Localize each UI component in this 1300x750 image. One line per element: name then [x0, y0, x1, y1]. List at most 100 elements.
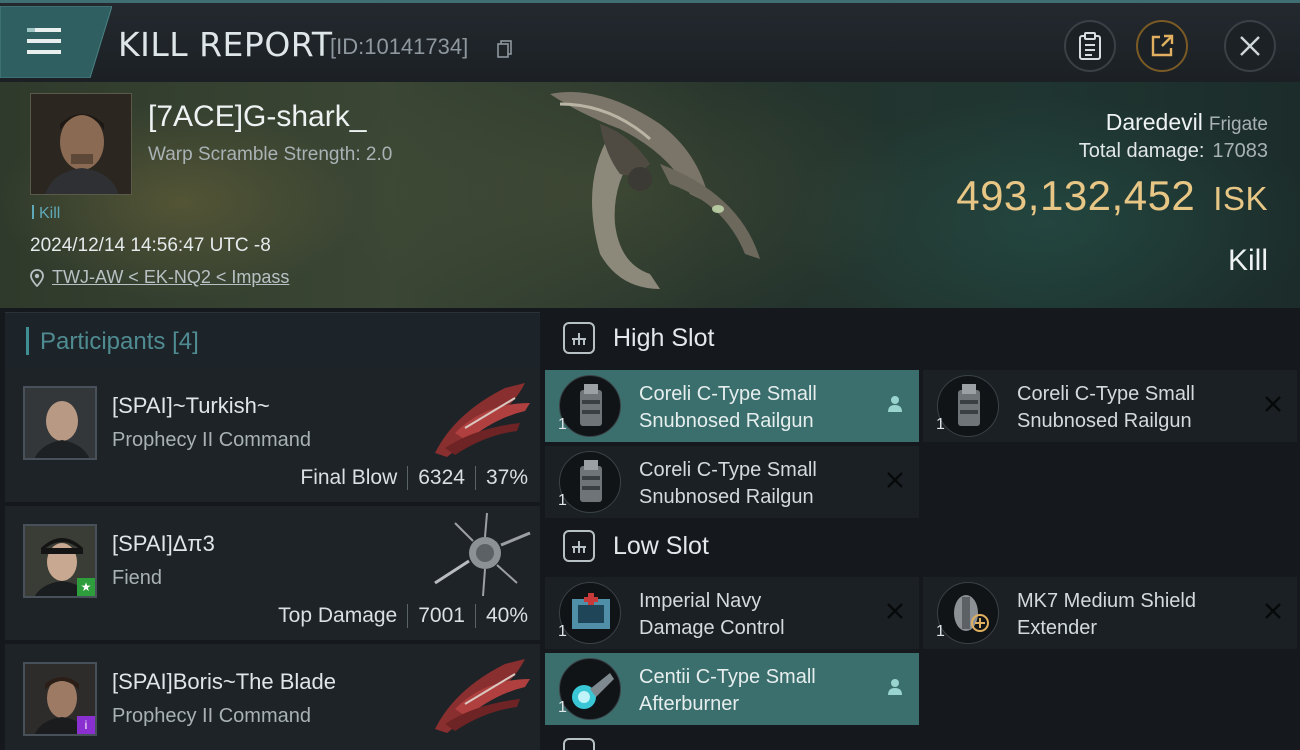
- location-text: TWJ-AW < EK-NQ2 < Impass: [52, 267, 290, 287]
- ship-name-text: Daredevil: [1105, 109, 1203, 135]
- total-damage-value: 17083: [1212, 140, 1268, 162]
- high-slot-icon: [563, 322, 595, 354]
- avatar[interactable]: i: [23, 662, 97, 736]
- module-item[interactable]: 1 Coreli C-Type Small Snubnosed Railgun: [545, 446, 919, 518]
- victim-ship-image[interactable]: [540, 84, 780, 304]
- divider: [407, 604, 409, 628]
- railgun-icon: [559, 451, 621, 513]
- module-item[interactable]: 1 Centii C-Type Small Afterburner: [545, 653, 919, 725]
- module-name: Coreli C-Type Small Snubnosed Railgun: [639, 383, 817, 432]
- module-quantity: 1: [936, 416, 945, 433]
- avatar[interactable]: ★: [23, 524, 97, 598]
- high-slot-title: High Slot: [613, 324, 715, 352]
- participants-count: [4]: [172, 328, 199, 355]
- kill-datetime: 2024/12/14 14:56:47 UTC -8: [30, 235, 271, 256]
- module-name: Coreli C-Type Small Snubnosed Railgun: [1017, 383, 1195, 432]
- pilot-icon[interactable]: [883, 392, 907, 416]
- participant-role: Top Damage: [278, 604, 398, 627]
- module-name: MK7 Medium Shield Extender: [1017, 590, 1196, 639]
- divider: [474, 604, 476, 628]
- shield-extender-icon: [937, 582, 999, 644]
- mid-slot-icon: [563, 738, 595, 750]
- module-quantity: 1: [936, 623, 945, 640]
- participant-percent: 40%: [485, 604, 528, 627]
- participant-name: [SPAI]~Turkish~: [112, 393, 270, 418]
- participant-ship: Fiend: [112, 567, 163, 589]
- module-item[interactable]: 1 MK7 Medium Shield Extender: [923, 577, 1297, 649]
- participant-role: Final Blow: [300, 466, 398, 489]
- star-badge-icon: ★: [77, 578, 95, 596]
- info-badge-icon: i: [77, 716, 95, 734]
- participant-damage: 7001: [418, 604, 465, 627]
- participant-ship-image[interactable]: [425, 373, 535, 463]
- participant-damage: 6324: [418, 466, 465, 489]
- participant-row[interactable]: i [SPAI]Boris~The Blade Prophecy II Comm…: [5, 644, 540, 750]
- module-quantity: 1: [558, 416, 567, 433]
- destroyed-icon: [883, 468, 907, 492]
- isk-amount: 493,132,452: [956, 172, 1196, 219]
- railgun-icon: [559, 375, 621, 437]
- participants-header: Participants [4]: [5, 312, 540, 368]
- participant-ship-image[interactable]: [425, 511, 535, 601]
- low-slot-icon: [563, 530, 595, 562]
- module-name: Centii C-Type Small Afterburner: [639, 666, 816, 715]
- mid-slot-header: [545, 732, 1300, 750]
- divider: [474, 466, 476, 490]
- participant-row[interactable]: ★ [SPAI]Δπ3 Fiend Top Damage 7001 40%: [5, 506, 540, 640]
- total-damage: Total damage: 17083: [1079, 140, 1268, 163]
- participants-panel: Participants [4] [SPAI]~Turkish~ Prophec…: [5, 312, 540, 750]
- warp-scramble-strength: Warp Scramble Strength: 2.0: [148, 144, 393, 165]
- participant-stats: Top Damage 7001 40%: [278, 604, 528, 628]
- module-item[interactable]: 1 Coreli C-Type Small Snubnosed Railgun: [923, 370, 1297, 442]
- module-name: Coreli C-Type Small Snubnosed Railgun: [639, 459, 817, 508]
- page-title: KILL REPORT: [118, 25, 333, 64]
- header-bar: KILL REPORT [ID:10141734]: [0, 0, 1300, 82]
- close-button[interactable]: [1224, 20, 1276, 72]
- victim-name[interactable]: [7ACE]G-shark_: [148, 100, 366, 134]
- low-slot-header: Low Slot: [545, 516, 1300, 580]
- section-marker: [26, 327, 29, 355]
- participants-title: Participants [4]: [40, 328, 199, 355]
- isk-unit: ISK: [1213, 180, 1268, 217]
- share-icon: [1151, 34, 1174, 57]
- module-name: Imperial Navy Damage Control: [639, 590, 785, 639]
- clipboard-icon: [1079, 32, 1101, 60]
- destroyed-icon: [883, 599, 907, 623]
- ship-class: Frigate: [1208, 114, 1268, 135]
- participant-percent: 37%: [485, 466, 528, 489]
- kill-tag: Kill: [32, 205, 60, 223]
- high-slot-header: High Slot: [545, 308, 1300, 372]
- destroyed-icon: [1261, 599, 1285, 623]
- victim-portrait[interactable]: [30, 93, 132, 195]
- participant-stats: Final Blow 6324 37%: [300, 466, 528, 490]
- participant-ship-image[interactable]: [425, 649, 535, 739]
- participant-ship: Prophecy II Command: [112, 429, 311, 451]
- module-quantity: 1: [558, 699, 567, 716]
- module-item[interactable]: 1 Imperial Navy Damage Control: [545, 577, 919, 649]
- participant-name: [SPAI]Boris~The Blade: [112, 669, 336, 694]
- copy-icon[interactable]: [497, 40, 513, 58]
- clipboard-button[interactable]: [1064, 20, 1116, 72]
- afterburner-icon: [559, 658, 621, 720]
- total-damage-label: Total damage:: [1078, 140, 1205, 162]
- low-slot-title: Low Slot: [613, 532, 709, 560]
- pilot-icon[interactable]: [883, 675, 907, 699]
- victim-ship-name[interactable]: Daredevil Frigate: [1106, 109, 1268, 136]
- module-quantity: 1: [558, 492, 567, 509]
- railgun-icon: [937, 375, 999, 437]
- close-icon: [1240, 36, 1260, 56]
- module-quantity: 1: [558, 623, 567, 640]
- menu-button[interactable]: [0, 6, 112, 78]
- hamburger-icon: [27, 28, 61, 54]
- participant-ship: Prophecy II Command: [112, 705, 311, 727]
- damage-control-icon: [559, 582, 621, 644]
- avatar[interactable]: [23, 386, 97, 460]
- result-label: Kill: [1227, 244, 1268, 277]
- victim-summary: [7ACE]G-shark_ Warp Scramble Strength: 2…: [0, 82, 1300, 308]
- participant-row[interactable]: [SPAI]~Turkish~ Prophecy II Command Fina…: [5, 368, 540, 502]
- report-id: [ID:10141734]: [330, 34, 469, 59]
- share-button[interactable]: [1136, 20, 1188, 72]
- isk-value: 493,132,452 ISK: [956, 172, 1268, 220]
- module-item[interactable]: 1 Coreli C-Type Small Snubnosed Railgun: [545, 370, 919, 442]
- location-link[interactable]: TWJ-AW < EK-NQ2 < Impass: [30, 267, 289, 288]
